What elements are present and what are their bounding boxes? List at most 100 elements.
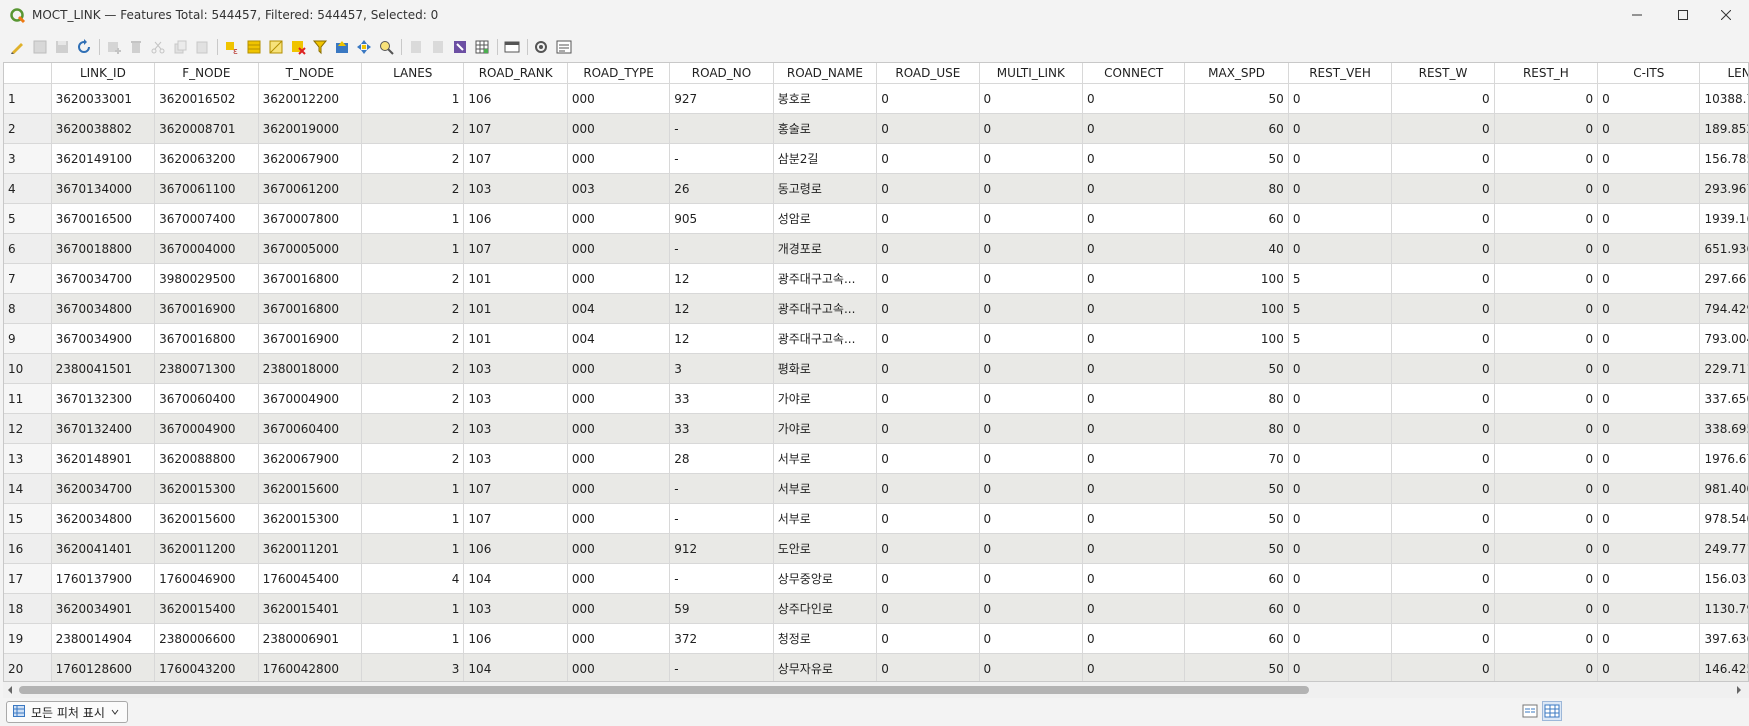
table-cell[interactable]: 0 xyxy=(1494,623,1599,654)
table-cell[interactable]: 0 xyxy=(1082,383,1186,414)
column-header-c-its[interactable]: C-ITS xyxy=(1597,63,1701,84)
table-row[interactable]: 10 2380041501 2380071300 2380018000 2 103 000 3… xyxy=(4,353,1748,384)
table-cell[interactable]: 0 xyxy=(979,413,1084,444)
table-cell[interactable]: 50 xyxy=(1184,653,1289,681)
column-header-road-rank[interactable]: ROAD_RANK xyxy=(463,63,568,84)
table-cell[interactable]: 0 xyxy=(1288,233,1393,264)
table-cell[interactable]: 50 xyxy=(1184,533,1289,564)
table-cell[interactable]: 229.7110280 xyxy=(1699,353,1748,384)
table-cell[interactable]: 0 xyxy=(1288,503,1393,534)
table-cell[interactable]: 000 xyxy=(567,113,671,144)
table-cell[interactable]: 000 xyxy=(567,623,671,654)
table-cell[interactable]: 0 xyxy=(1082,233,1186,264)
row-header[interactable]: 7 xyxy=(4,263,52,294)
table-cell[interactable]: 0 xyxy=(1082,263,1186,294)
table-cell[interactable]: 000 xyxy=(567,83,671,114)
row-header[interactable]: 3 xyxy=(4,143,52,174)
table-cell[interactable]: 3670004900 xyxy=(154,413,259,444)
table-cell[interactable]: 59 xyxy=(669,593,774,624)
table-cell[interactable]: 2 xyxy=(361,143,465,174)
row-header[interactable]: 5 xyxy=(4,203,52,234)
table-cell[interactable]: 0 xyxy=(1082,143,1186,174)
table-cell[interactable]: 33 xyxy=(669,413,774,444)
table-cell[interactable]: 1 xyxy=(361,233,465,264)
column-header-road-use[interactable]: ROAD_USE xyxy=(876,63,980,84)
table-cell[interactable]: 0 xyxy=(1494,143,1599,174)
table-cell[interactable]: 2 xyxy=(361,293,465,324)
table-cell[interactable]: 0 xyxy=(1082,203,1186,234)
table-cell[interactable]: 28 xyxy=(669,443,774,474)
delete-field-icon[interactable] xyxy=(429,38,447,56)
table-cell[interactable]: 0 xyxy=(1597,563,1701,594)
row-header[interactable]: 4 xyxy=(4,173,52,204)
table-cell[interactable]: 000 xyxy=(567,443,671,474)
table-cell[interactable]: 0 xyxy=(1597,533,1701,564)
table-cell[interactable]: 101 xyxy=(463,263,568,294)
table-cell[interactable]: 1760043200 xyxy=(154,653,259,681)
table-cell[interactable]: 0 xyxy=(979,263,1084,294)
table-cell[interactable]: 동고령로 xyxy=(773,173,878,204)
column-header-link-id[interactable]: LINK_ID xyxy=(51,63,156,84)
table-cell[interactable]: 0 xyxy=(1494,173,1599,204)
pan-to-selected-icon[interactable] xyxy=(355,38,373,56)
table-cell[interactable]: 103 xyxy=(463,383,568,414)
zoom-to-selected-icon[interactable] xyxy=(377,38,395,56)
table-row[interactable]: 3 3620149100 3620063200 3620067900 2 107 000- 삼… xyxy=(4,143,1748,174)
paste-icon[interactable] xyxy=(193,38,211,56)
table-cell[interactable]: 1 xyxy=(361,533,465,564)
table-cell[interactable]: 0 xyxy=(1391,563,1495,594)
toggle-multi-edit-icon[interactable] xyxy=(31,38,49,56)
table-cell[interactable]: 103 xyxy=(463,443,568,474)
table-cell[interactable]: 3620015600 xyxy=(258,473,363,504)
table-cell[interactable]: - xyxy=(669,563,774,594)
table-cell[interactable]: 0 xyxy=(1494,653,1599,681)
table-cell[interactable]: 삼분2길 xyxy=(773,143,878,174)
table-cell[interactable]: 100 xyxy=(1184,323,1289,354)
table-cell[interactable]: 3670004900 xyxy=(258,383,363,414)
table-cell[interactable]: 0 xyxy=(1597,653,1701,681)
table-cell[interactable]: 3670007800 xyxy=(258,203,363,234)
table-cell[interactable]: 0 xyxy=(979,593,1084,624)
table-cell[interactable]: 0 xyxy=(1082,443,1186,474)
table-cell[interactable]: 0 xyxy=(1288,173,1393,204)
table-cell[interactable]: 103 xyxy=(463,593,568,624)
table-cell[interactable]: 0 xyxy=(876,353,980,384)
deselect-all-icon[interactable] xyxy=(289,38,307,56)
table-cell[interactable]: 0 xyxy=(1597,383,1701,414)
row-header[interactable]: 10 xyxy=(4,353,52,384)
column-header-rest-h[interactable]: REST_H xyxy=(1494,63,1599,84)
table-cell[interactable]: 5 xyxy=(1288,323,1393,354)
table-row[interactable]: 11 3670132300 3670060400 3670004900 2 103 000 3… xyxy=(4,383,1748,414)
conditional-formatting-icon[interactable] xyxy=(473,38,491,56)
table-cell[interactable]: 0 xyxy=(1082,503,1186,534)
table-cell[interactable]: 홍술로 xyxy=(773,113,878,144)
table-cell[interactable]: 000 xyxy=(567,353,671,384)
column-header-t-node[interactable]: T_NODE xyxy=(258,63,363,84)
column-header-road-no[interactable]: ROAD_NO xyxy=(669,63,774,84)
table-cell[interactable]: 0 xyxy=(979,293,1084,324)
table-cell[interactable]: 0 xyxy=(979,503,1084,534)
table-row[interactable]: 9 3670034900 3670016800 3670016900 2 101 004 12… xyxy=(4,323,1748,354)
table-cell[interactable]: 0 xyxy=(1391,353,1495,384)
row-header[interactable]: 19 xyxy=(4,623,52,654)
table-cell[interactable]: 101 xyxy=(463,323,568,354)
table-cell[interactable]: 0 xyxy=(979,173,1084,204)
table-cell[interactable]: 12 xyxy=(669,263,774,294)
table-cell[interactable]: 1760128600 xyxy=(51,653,156,681)
table-cell[interactable]: 5 xyxy=(1288,293,1393,324)
copy-icon[interactable] xyxy=(171,38,189,56)
table-cell[interactable]: 2 xyxy=(361,323,465,354)
table-cell[interactable]: 3670034700 xyxy=(51,263,156,294)
table-cell[interactable]: 0 xyxy=(1288,353,1393,384)
table-cell[interactable]: 1 xyxy=(361,623,465,654)
table-cell[interactable]: 3 xyxy=(361,653,465,681)
table-cell[interactable]: 0 xyxy=(1597,323,1701,354)
new-field-icon[interactable] xyxy=(407,38,425,56)
table-cell[interactable]: 0 xyxy=(1082,173,1186,204)
table-cell[interactable]: 0 xyxy=(876,593,980,624)
table-cell[interactable]: 2380006901 xyxy=(258,623,363,654)
actions-icon[interactable] xyxy=(532,38,550,56)
table-cell[interactable]: 0 xyxy=(1391,443,1495,474)
table-cell[interactable]: 3620034700 xyxy=(51,473,156,504)
table-cell[interactable]: 0 xyxy=(1597,413,1701,444)
